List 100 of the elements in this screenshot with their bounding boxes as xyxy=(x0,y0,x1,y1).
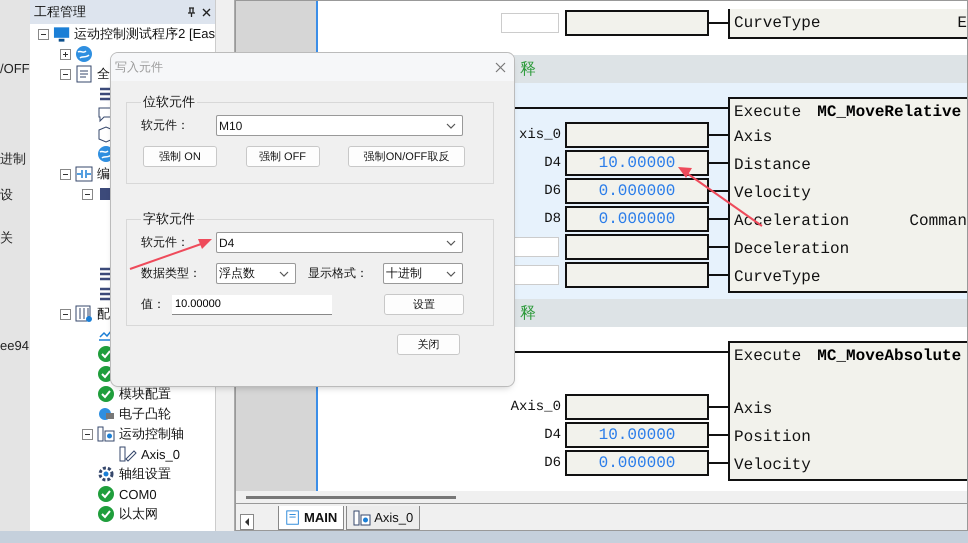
output-pin-name: E xyxy=(957,14,967,32)
sliders-icon xyxy=(75,305,93,323)
expand-icon[interactable] xyxy=(60,48,71,60)
cam-icon xyxy=(97,405,115,423)
cut-off-text: ee94 xyxy=(0,337,30,355)
close-icon[interactable] xyxy=(202,8,211,16)
tree-label: 轴组设置 xyxy=(119,465,171,483)
collapse-icon[interactable] xyxy=(60,68,71,80)
document-icon xyxy=(75,65,93,83)
empty-field[interactable] xyxy=(501,13,559,33)
panel-title: 工程管理 xyxy=(34,3,87,21)
value-box[interactable] xyxy=(565,394,709,420)
variable-name: D6 xyxy=(544,183,561,199)
globe-icon xyxy=(75,45,93,63)
value-box[interactable] xyxy=(565,234,709,260)
cut-off-text: 设 xyxy=(0,186,14,204)
check-icon xyxy=(97,485,115,503)
tree-label: 以太网 xyxy=(119,505,158,523)
pin-name: CurveType xyxy=(734,14,820,32)
cut-off-text: 进制 xyxy=(0,150,27,168)
value-text: 0.000000 xyxy=(598,210,676,228)
device-dropdown[interactable]: M10 xyxy=(216,115,463,136)
collapse-icon[interactable] xyxy=(38,28,49,40)
check-icon xyxy=(97,505,115,523)
dropdown-caret-icon xyxy=(446,240,456,246)
value-box[interactable]: 10.00000 xyxy=(565,150,709,176)
variable-name: D4 xyxy=(544,155,561,171)
scrollbar-thumb[interactable] xyxy=(246,496,456,498)
format-dropdown[interactable]: 十进制 xyxy=(383,263,463,284)
block-name: MC_MoveAbsolute xyxy=(817,347,962,365)
value-text: 10.00000 xyxy=(598,426,676,444)
pin-name: Execute xyxy=(734,347,802,365)
value-text: 10.00000 xyxy=(598,154,676,172)
value-box[interactable] xyxy=(565,262,709,288)
pin-name: Deceleration xyxy=(734,240,850,258)
pin-name: Position xyxy=(734,428,811,446)
type-dropdown[interactable]: 浮点数 xyxy=(216,263,296,284)
tree-label: 电子凸轮 xyxy=(119,405,171,423)
variable-name: D6 xyxy=(544,455,561,471)
axis-item-icon xyxy=(119,445,137,463)
set-button[interactable]: 设置 xyxy=(384,294,464,315)
tree-label: 模块配置 xyxy=(119,385,171,403)
program-icon xyxy=(285,510,301,526)
collapse-icon[interactable] xyxy=(82,188,93,200)
tab[interactable]: MAIN xyxy=(278,506,344,530)
tree-label: 编 xyxy=(97,165,110,183)
tree-label: 运动控制轴 xyxy=(119,425,184,443)
pin-name: Velocity xyxy=(734,456,811,474)
field-label: 值： xyxy=(141,296,166,313)
collapse-icon[interactable] xyxy=(60,308,71,320)
field-label: 数据类型： xyxy=(141,265,202,282)
pin-name: Velocity xyxy=(734,184,811,202)
tree-label: COM0 xyxy=(119,486,157,502)
field-label: 软元件： xyxy=(141,234,190,251)
cut-off-text: 关 xyxy=(0,229,14,247)
tree-label: Axis_0 xyxy=(141,446,180,462)
variable-name: Axis_0 xyxy=(510,399,561,415)
field-label: 软元件： xyxy=(141,117,190,134)
pin-name: Execute xyxy=(734,103,802,121)
force-button[interactable]: 强制 ON xyxy=(143,146,217,167)
device-dropdown[interactable]: D4 xyxy=(216,232,463,253)
dropdown-caret-icon xyxy=(446,122,456,128)
close-button[interactable]: 关闭 xyxy=(397,334,460,355)
value-box[interactable]: 10.00000 xyxy=(565,422,709,448)
pin-name: Axis xyxy=(734,400,772,418)
cut-off-text: /OFF xyxy=(0,60,30,78)
value-text: 0.000000 xyxy=(598,454,676,472)
value-box[interactable]: 0.000000 xyxy=(565,178,709,204)
monitor-icon xyxy=(53,25,70,43)
contacts-icon xyxy=(75,165,93,183)
axis-icon xyxy=(97,425,115,443)
variable-name: D4 xyxy=(544,427,561,443)
scroll-left-icon[interactable] xyxy=(240,514,254,530)
value-box[interactable]: 0.000000 xyxy=(565,206,709,232)
tree-label: 运动控制测试程序2 [Eas xyxy=(74,25,215,43)
tree-label: 配 xyxy=(97,305,110,323)
value-box[interactable] xyxy=(565,10,709,36)
value-box[interactable]: 0.000000 xyxy=(565,450,709,476)
value-text: 0.000000 xyxy=(598,182,676,200)
check-icon xyxy=(97,385,115,403)
field-label: 显示格式： xyxy=(307,265,369,282)
collapse-icon[interactable] xyxy=(60,168,71,180)
block-name: MC_MoveRelative xyxy=(817,103,962,121)
group-title: 字软元件 xyxy=(142,210,196,228)
value-box[interactable] xyxy=(565,122,709,148)
pin-name: Axis xyxy=(734,128,772,146)
value-input[interactable]: 10.00000 xyxy=(172,294,332,314)
variable-name: xis_0 xyxy=(518,127,561,143)
collapse-icon[interactable] xyxy=(82,428,93,440)
tree-label: 全 xyxy=(97,65,110,83)
pin-icon[interactable] xyxy=(187,7,196,17)
tab[interactable]: Axis_0 xyxy=(346,506,420,530)
group-title: 位软元件 xyxy=(142,93,196,111)
force-button[interactable]: 强制ON/OFF取反 xyxy=(348,146,465,167)
dropdown-caret-icon xyxy=(279,270,289,276)
axis-icon xyxy=(353,508,372,526)
force-button[interactable]: 强制 OFF xyxy=(246,146,320,167)
output-pin-name: Comman xyxy=(909,212,967,230)
dropdown-caret-icon xyxy=(446,270,456,276)
pin-name: CurveType xyxy=(734,268,820,286)
